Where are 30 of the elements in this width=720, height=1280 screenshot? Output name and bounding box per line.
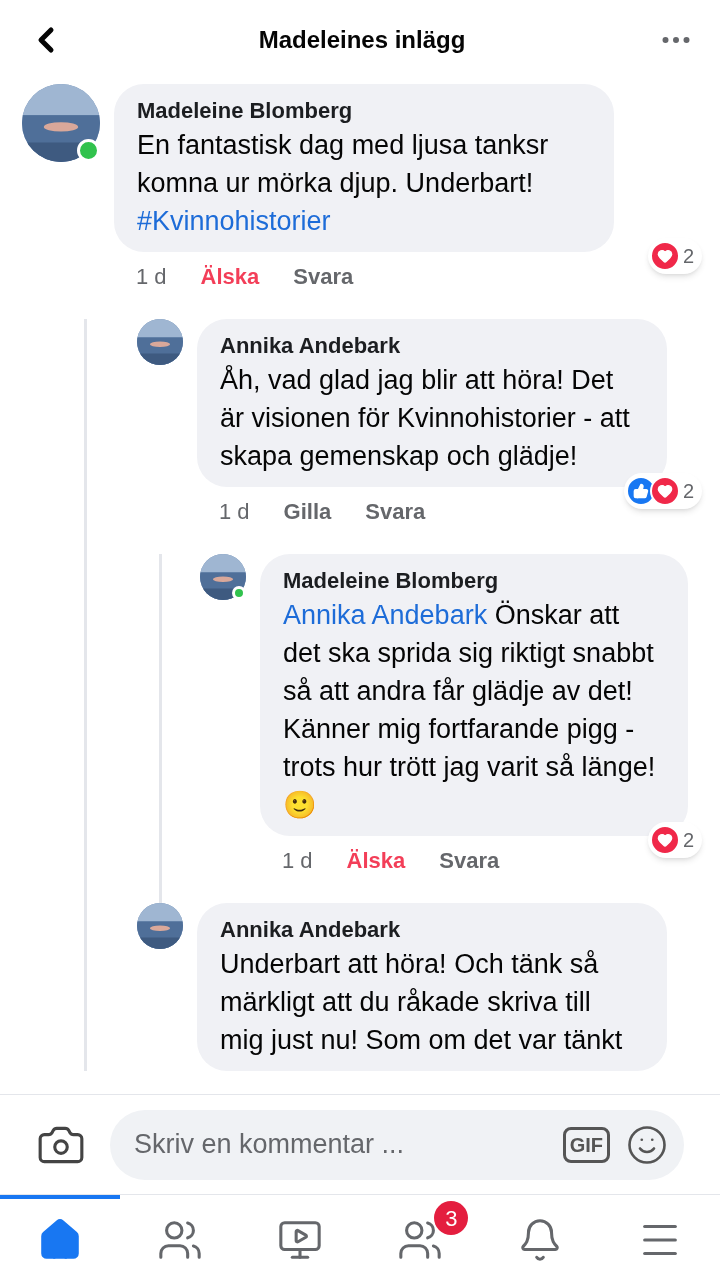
comment-action-link[interactable]: Älska: [200, 260, 260, 293]
love-reaction-icon: [649, 825, 680, 855]
love-reaction-icon: [649, 476, 680, 506]
comment-author[interactable]: Madeleine Blomberg: [283, 566, 665, 596]
comment-author[interactable]: Madeleine Blomberg: [137, 96, 591, 126]
comment-author[interactable]: Annika Andebark: [220, 331, 644, 361]
reaction-count-pill[interactable]: 2: [647, 238, 702, 274]
hashtag-link[interactable]: #Kvinnohistorier: [137, 206, 331, 236]
notification-badge: 3: [434, 1201, 469, 1235]
comment-action-link[interactable]: Svara: [365, 495, 426, 528]
comment-text: En fantastisk dag med ljusa tanksr komna ur mörka djup. Underbart! #Kvinnohistorier: [137, 129, 550, 238]
comment-text: Annika Andebark Önskar att det ska sprida sig riktigt snabbt så att andra får glädje av det! Känner mig fortfarande pigg - trots hur trött jag varit så länge! 🙂: [283, 599, 657, 822]
comment-text: Underbart att höra! Och tänk så märkligt att du råkade skriva till mig just nu! Som om det var tänkt: [220, 948, 624, 1057]
comment-author[interactable]: Annika Andebark: [220, 915, 644, 945]
reaction-count-pill[interactable]: 2: [647, 822, 702, 858]
comment-time: 1 d: [136, 263, 167, 291]
comment-action-link[interactable]: Svara: [439, 844, 500, 877]
comment-text: Åh, vad glad jag blir att höra! Det är visionen för Kvinnohistorier - att skapa gemenskap och glädje!: [220, 364, 631, 473]
nav-tab[interactable]: 3: [360, 1195, 480, 1280]
reaction-count-pill[interactable]: 2: [623, 473, 702, 509]
gif-button[interactable]: GIF: [562, 1126, 610, 1163]
mention-link[interactable]: Annika Andebark: [283, 600, 488, 630]
comment-action-link[interactable]: Gilla: [283, 495, 332, 528]
comment-time: 1 d: [219, 498, 250, 526]
comment-action-link[interactable]: Älska: [346, 844, 406, 877]
emoji-icon[interactable]: [626, 1123, 668, 1166]
comment-action-link[interactable]: Svara: [293, 260, 354, 293]
page-title: Madeleines inlägg: [258, 25, 466, 55]
comment-time: 1 d: [282, 847, 313, 875]
comment-input-field[interactable]: Skriv en kommentar ... GIF: [110, 1109, 684, 1180]
